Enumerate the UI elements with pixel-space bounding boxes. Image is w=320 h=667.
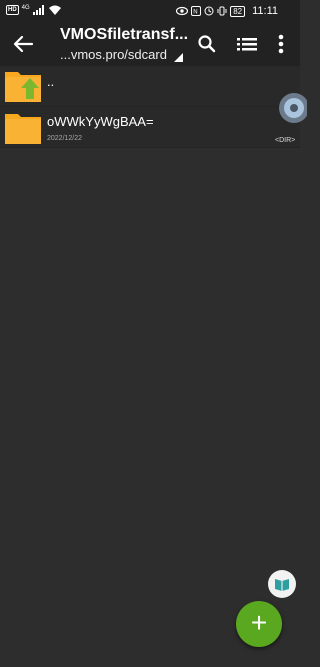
list-item[interactable]: oWWkYyWgBAA= 2022/12/22 (0, 107, 300, 148)
toolbar: VMOSfiletransf... ...vmos.pro/sdcard (0, 22, 300, 66)
book-icon (275, 579, 289, 591)
search-icon (198, 35, 216, 53)
folder-up-icon (5, 72, 41, 102)
nfc-icon: N (191, 6, 202, 16)
list-view-icon (237, 38, 257, 51)
wifi-icon (48, 5, 61, 15)
more-vert-icon (278, 34, 284, 54)
file-date: 2022/12/22 (47, 135, 83, 142)
file-name: .. (47, 74, 55, 89)
dir-label: <DIR> (275, 137, 296, 144)
add-button[interactable]: + (236, 601, 282, 647)
search-button[interactable] (195, 32, 219, 56)
battery-indicator: 82 (230, 5, 246, 17)
plus-icon: + (250, 607, 268, 638)
folder-icon (5, 114, 41, 144)
floating-book-button[interactable] (268, 570, 296, 598)
svg-text:N: N (193, 10, 197, 16)
vibrate-icon (217, 6, 227, 16)
network-type-label: 4G (21, 5, 30, 11)
floating-widget[interactable] (277, 88, 309, 123)
eye-icon (176, 6, 189, 16)
folder-path[interactable]: ...vmos.pro/sdcard (60, 47, 167, 62)
signal-icon (32, 5, 44, 15)
clock: 11:11 (252, 5, 278, 17)
status-bar: HD 4G N 82 11:11 (0, 0, 300, 22)
back-button[interactable] (10, 32, 36, 56)
hd-badge: HD (6, 5, 19, 15)
view-mode-button[interactable] (235, 32, 259, 56)
disk-icon (279, 93, 309, 123)
back-arrow-icon (13, 35, 34, 53)
more-options-button[interactable] (269, 32, 293, 56)
list-item[interactable]: .. (0, 66, 300, 107)
file-list: .. oWWkYyWgBAA= 2022/12/22 (0, 66, 300, 148)
alarm-icon (204, 6, 214, 16)
folder-title: VMOSfiletransf... (60, 26, 189, 43)
file-name: oWWkYyWgBAA= (47, 114, 154, 129)
path-dropdown-icon[interactable] (174, 53, 183, 62)
